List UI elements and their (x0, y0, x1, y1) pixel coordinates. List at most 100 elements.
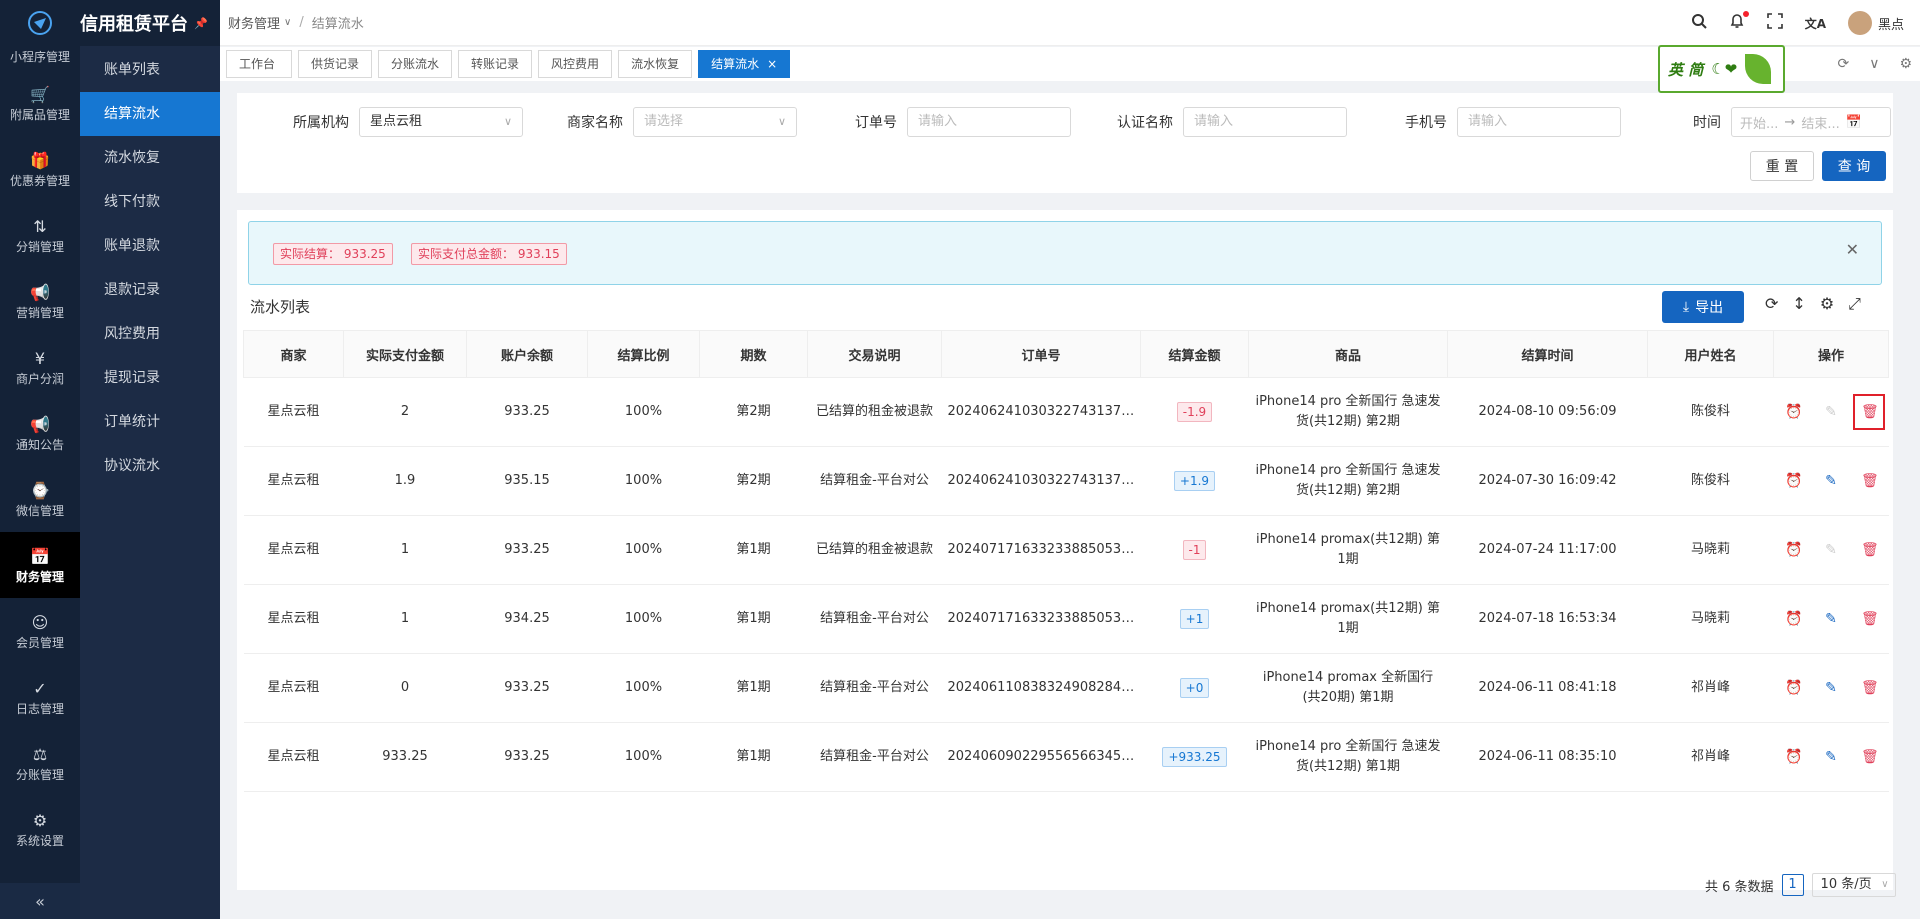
rail-item-3[interactable]: ⇅ 分销管理 (0, 202, 80, 268)
alarm-icon[interactable]: ⏰ (1785, 678, 1802, 698)
merchant-select[interactable]: 请选择 ∨ (633, 107, 797, 137)
brand: 信用租赁平台 📌 (80, 0, 220, 46)
alarm-icon[interactable]: ⏰ (1785, 471, 1802, 491)
rail-item-6[interactable]: 📢 通知公告 (0, 400, 80, 466)
amount-badge: -1 (1182, 539, 1207, 560)
finance-icon: 📅 (30, 546, 50, 566)
edit-icon: ✎ (1825, 404, 1837, 420)
cell-paid: 1.9 (343, 446, 467, 516)
edit-icon[interactable]: ✎ (1823, 609, 1839, 629)
order-input[interactable]: 请输入 (907, 107, 1071, 137)
time-end: 结束... (1801, 116, 1840, 132)
rail-item-label: 分账管理 (15, 767, 64, 782)
tab-6[interactable]: 结算流水 × (698, 50, 791, 78)
fullscreen-icon[interactable] (1766, 13, 1783, 33)
rail-item-9[interactable]: ☺ 会员管理 (0, 598, 80, 664)
rail-item-4[interactable]: 📢 营销管理 (0, 268, 80, 334)
edit-icon[interactable]: ✎ (1823, 471, 1839, 491)
delete-icon[interactable]: 🗑 (1861, 678, 1879, 698)
search-icon[interactable] (1691, 13, 1707, 33)
submenu-item-6[interactable]: 风控费用 (80, 312, 220, 356)
column-height-icon[interactable]: ↕ (1792, 294, 1805, 314)
alarm-icon[interactable]: ⏰ (1785, 609, 1802, 629)
cell-time: 2024-06-11 08:35:10 (1447, 722, 1648, 792)
submenu-item-9[interactable]: 协议流水 (80, 444, 220, 488)
rail-item-label: 附属品管理 (9, 107, 70, 122)
ime-label: 英 简 (1668, 60, 1704, 79)
page-size-select[interactable]: 10 条/页 ∨ (1811, 873, 1896, 897)
rail-item-label: 小程序管理 (9, 50, 70, 64)
submenu-item-7[interactable]: 提现记录 (80, 356, 220, 400)
cell-ratio: 100% (587, 446, 700, 516)
close-icon[interactable]: ✕ (1846, 240, 1859, 259)
tab-2[interactable]: 分账流水 (378, 50, 453, 78)
rail-item-10[interactable]: ✓ 日志管理 (0, 664, 80, 730)
delete-icon[interactable]: 🗑 (1861, 609, 1879, 629)
bell-icon[interactable] (1729, 11, 1749, 33)
submenu-item-3[interactable]: 线下付款 (80, 180, 220, 224)
page-1-button[interactable]: 1 (1781, 874, 1804, 896)
cell-period: 第1期 (699, 653, 808, 723)
auth-placeholder: 请输入 (1194, 114, 1234, 129)
table-tools: ⟳ ↕ ⚙ ⤢ (1765, 294, 1861, 314)
submenu-item-4[interactable]: 账单退款 (80, 224, 220, 268)
column-header: 账户余额 (466, 330, 588, 378)
submenu-item-5[interactable]: 退款记录 (80, 268, 220, 312)
column-header: 结算金额 (1140, 330, 1249, 378)
gift-icon: 🎁 (30, 150, 50, 170)
cell-time: 2024-06-11 08:41:18 (1447, 653, 1648, 723)
cell-actions: ⏰ ✎ 🗑 (1773, 653, 1889, 723)
rail-item-7[interactable]: ⌚ 微信管理 (0, 466, 80, 532)
rail-item-0[interactable]: 小程序管理 (0, 46, 80, 70)
edit-icon[interactable]: ✎ (1823, 678, 1839, 698)
tab-5[interactable]: 流水恢复 (618, 50, 693, 78)
breadcrumb-parent[interactable]: 财务管理 (228, 13, 280, 32)
delete-icon[interactable]: 🗑 (1861, 540, 1879, 560)
tab-0[interactable]: 工作台 (226, 50, 292, 78)
export-button[interactable]: ⤓ 导出 (1662, 291, 1744, 323)
close-tab-icon[interactable]: × (767, 57, 777, 71)
breadcrumb-separator: / (299, 15, 304, 30)
submenu-item-8[interactable]: 订单统计 (80, 400, 220, 444)
auth-input[interactable]: 请输入 (1183, 107, 1347, 137)
reset-button[interactable]: 重 置 (1750, 151, 1814, 181)
rail-item-8[interactable]: 📅 财务管理 (0, 532, 80, 598)
delete-icon[interactable]: 🗑 (1853, 394, 1885, 430)
cell-ratio: 100% (587, 653, 700, 723)
cell-order: 2024060902295565663458... (941, 722, 1141, 792)
edit-icon[interactable]: ✎ (1823, 747, 1839, 767)
delete-icon[interactable]: 🗑 (1861, 471, 1879, 491)
rail-item-2[interactable]: 🎁 优惠券管理 (0, 136, 80, 202)
column-header: 订单号 (941, 330, 1141, 378)
chevron-down-icon[interactable]: ∨ (1869, 56, 1879, 72)
refresh-icon[interactable]: ⟳ (1837, 56, 1849, 72)
submenu-item-1[interactable]: 结算流水 (80, 92, 220, 136)
rail-item-1[interactable]: 🛒 附属品管理 (0, 70, 80, 136)
rail-item-11[interactable]: ⚖ 分账管理 (0, 730, 80, 796)
rail-item-5[interactable]: ¥ 商户分润 (0, 334, 80, 400)
collapse-menu-button[interactable]: « (0, 883, 80, 919)
user-menu[interactable]: 黑点 (1847, 11, 1904, 35)
delete-icon[interactable]: 🗑 (1861, 747, 1879, 767)
tab-1[interactable]: 供货记录 (298, 50, 373, 78)
actual-paid-tag: 实际支付总金额： 933.15 (411, 243, 567, 265)
split-icon: ⚖ (32, 744, 48, 764)
amount-badge: +1.9 (1173, 470, 1216, 491)
rail-item-12[interactable]: ⚙ 系统设置 (0, 796, 80, 862)
translate-icon[interactable]: 文A (1805, 15, 1826, 32)
refresh-icon[interactable]: ⟳ (1765, 294, 1778, 314)
tabs-settings-icon[interactable]: ⚙ (1899, 56, 1912, 72)
query-button[interactable]: 查 询 (1822, 151, 1886, 181)
date-range-picker[interactable]: 开始... → 结束... 📅 (1731, 107, 1891, 137)
org-select[interactable]: 星点云租 ∨ (359, 107, 523, 137)
phone-input[interactable]: 请输入 (1457, 107, 1621, 137)
ime-toolbar[interactable]: 英 简 ☾❤ (1658, 45, 1785, 93)
submenu-item-0[interactable]: 账单列表 (80, 48, 220, 92)
tab-4[interactable]: 风控费用 (538, 50, 613, 78)
pin-icon[interactable]: 📌 (194, 17, 208, 30)
settings-icon[interactable]: ⚙ (1820, 294, 1834, 314)
fullscreen-icon[interactable]: ⤢ (1848, 294, 1861, 314)
submenu-item-2[interactable]: 流水恢复 (80, 136, 220, 180)
alarm-icon[interactable]: ⏰ (1785, 747, 1802, 767)
tab-3[interactable]: 转账记录 (458, 50, 533, 78)
